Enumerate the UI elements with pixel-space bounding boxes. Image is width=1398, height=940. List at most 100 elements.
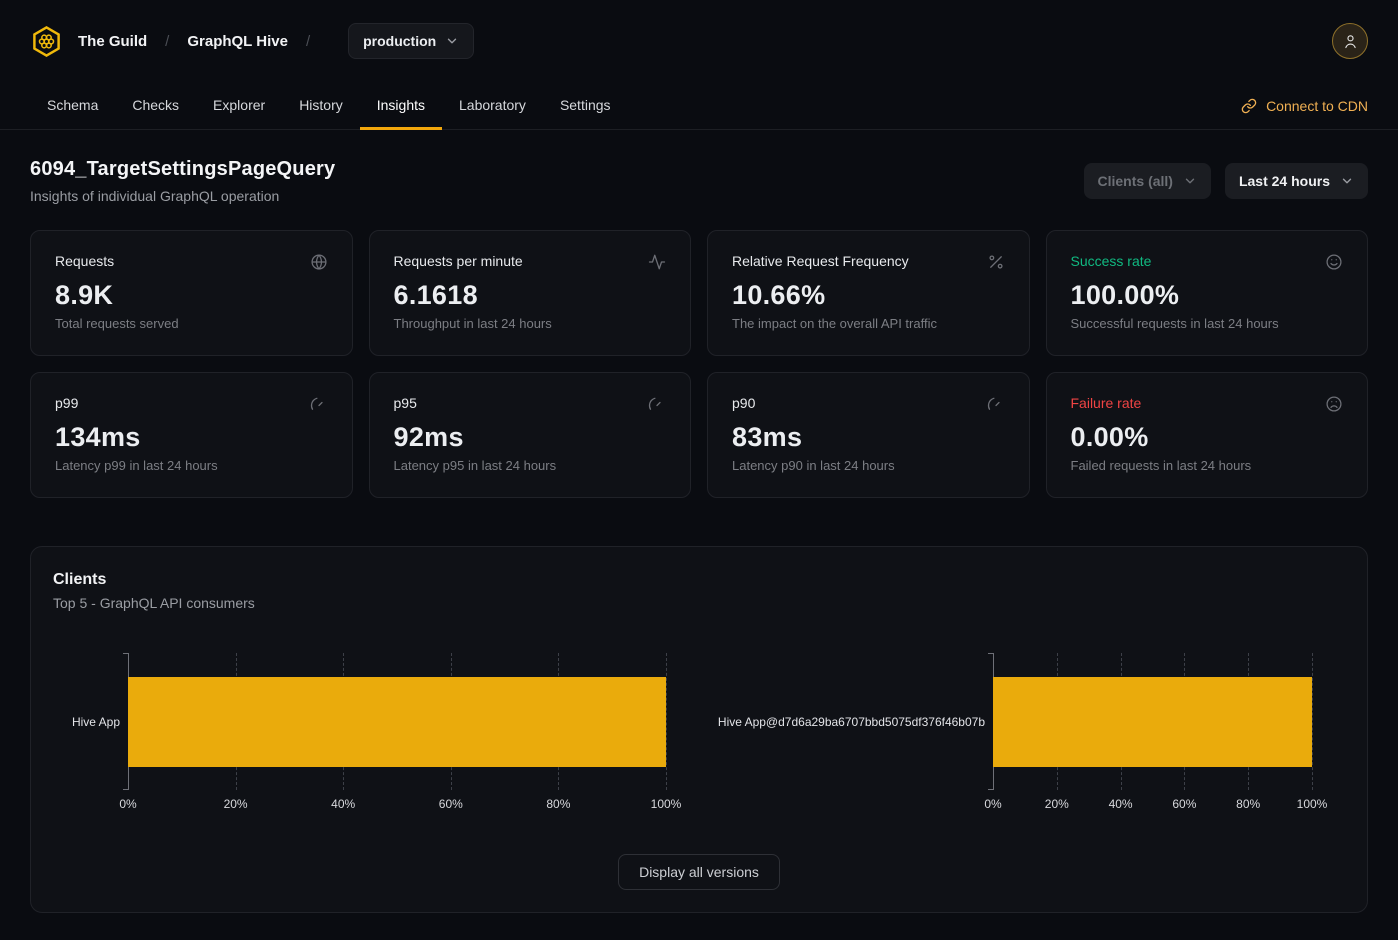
stat-label: Relative Request Frequency	[732, 253, 909, 269]
chevron-down-icon	[1340, 174, 1354, 188]
chart-plot: 0% 20% 40% 60% 80% 100%	[128, 653, 666, 813]
chart-plot-area	[128, 653, 666, 790]
clients-panel-footer: Display all versions	[53, 854, 1345, 890]
x-tick: 20%	[224, 797, 248, 811]
filters: Clients (all) Last 24 hours	[1084, 163, 1369, 199]
chart-plot-area	[993, 653, 1312, 790]
stat-card-requests-per-minute: Requests per minute 6.1618 Throughput in…	[369, 230, 692, 356]
x-tick: 0%	[119, 797, 136, 811]
clients-panel-title: Clients	[53, 571, 1345, 589]
x-tick: 40%	[1109, 797, 1133, 811]
bar-hive-app[interactable]	[128, 677, 666, 767]
x-axis-ticks: 0% 20% 40% 60% 80% 100%	[128, 797, 666, 813]
org-name[interactable]: The Guild	[78, 33, 147, 50]
stat-value: 92ms	[394, 422, 667, 453]
chevron-down-icon	[1183, 174, 1197, 188]
page-subtitle: Insights of individual GraphQL operation	[30, 188, 335, 204]
x-axis-ticks: 0% 20% 40% 60% 80% 100%	[993, 797, 1312, 813]
stat-value: 100.00%	[1071, 280, 1344, 311]
stat-card-success-rate: Success rate 100.00% Successful requests…	[1046, 230, 1369, 356]
stat-description: The impact on the overall API traffic	[732, 316, 1005, 331]
x-tick: 20%	[1045, 797, 1069, 811]
target-selector[interactable]: production	[348, 23, 474, 59]
period-filter-select[interactable]: Last 24 hours	[1225, 163, 1368, 199]
link-icon	[1241, 98, 1257, 114]
chart-category-label: Hive App@d7d6a29ba6707bbd5075df376f46b07…	[699, 653, 993, 813]
x-tick: 80%	[546, 797, 570, 811]
connect-to-cdn-label: Connect to CDN	[1266, 98, 1368, 114]
clients-filter-select[interactable]: Clients (all)	[1084, 163, 1211, 199]
chart-plot: 0% 20% 40% 60% 80% 100%	[993, 653, 1312, 813]
x-tick: 100%	[1297, 797, 1328, 811]
stat-description: Total requests served	[55, 316, 328, 331]
gridline	[1312, 653, 1313, 790]
stat-card-p99: p99 134ms Latency p99 in last 24 hours	[30, 372, 353, 498]
chevron-down-icon	[445, 34, 459, 48]
tab-settings[interactable]: Settings	[543, 82, 628, 130]
page-title-block: 6094_TargetSettingsPageQuery Insights of…	[30, 158, 335, 204]
gridline	[666, 653, 667, 790]
stat-value: 134ms	[55, 422, 328, 453]
insights-page: 6094_TargetSettingsPageQuery Insights of…	[0, 158, 1398, 913]
frown-icon	[1325, 395, 1343, 413]
gauge-icon	[310, 395, 328, 413]
stat-label: Success rate	[1071, 253, 1152, 269]
stat-description: Latency p99 in last 24 hours	[55, 458, 328, 473]
clients-panel: Clients Top 5 - GraphQL API consumers Hi…	[30, 546, 1368, 913]
stat-label: Failure rate	[1071, 395, 1142, 411]
client-versions-bar-chart: Hive App@d7d6a29ba6707bbd5075df376f46b07…	[699, 653, 1345, 813]
page-title: 6094_TargetSettingsPageQuery	[30, 158, 335, 181]
stat-description: Failed requests in last 24 hours	[1071, 458, 1344, 473]
stat-value: 8.9K	[55, 280, 328, 311]
connect-to-cdn-link[interactable]: Connect to CDN	[1241, 82, 1368, 129]
breadcrumb-separator: /	[165, 33, 169, 50]
stat-card-p90: p90 83ms Latency p90 in last 24 hours	[707, 372, 1030, 498]
stat-value: 10.66%	[732, 280, 1005, 311]
nav-spacer	[628, 82, 1242, 129]
x-tick: 0%	[984, 797, 1001, 811]
tab-laboratory[interactable]: Laboratory	[442, 82, 543, 130]
globe-icon	[310, 253, 328, 271]
x-tick: 80%	[1236, 797, 1260, 811]
stat-label: Requests	[55, 253, 114, 269]
user-menu-button[interactable]	[1332, 23, 1368, 59]
tab-history[interactable]: History	[282, 82, 360, 130]
stat-value: 0.00%	[1071, 422, 1344, 453]
target-selector-label: production	[363, 33, 436, 49]
topbar: The Guild / GraphQL Hive / production Sc…	[0, 0, 1398, 130]
period-filter-label: Last 24 hours	[1239, 173, 1330, 189]
stats-grid: Requests 8.9K Total requests served Requ…	[30, 230, 1368, 498]
chart-category-label: Hive App	[53, 653, 128, 813]
stat-label: p95	[394, 395, 417, 411]
gauge-icon	[987, 395, 1005, 413]
smile-icon	[1325, 253, 1343, 271]
main-nav: Schema Checks Explorer History Insights …	[0, 82, 1398, 130]
project-name[interactable]: GraphQL Hive	[187, 33, 288, 50]
stat-description: Successful requests in last 24 hours	[1071, 316, 1344, 331]
page-head: 6094_TargetSettingsPageQuery Insights of…	[30, 158, 1368, 204]
tab-schema[interactable]: Schema	[30, 82, 115, 130]
user-icon	[1342, 33, 1359, 50]
hive-logo-icon	[30, 25, 63, 58]
tab-explorer[interactable]: Explorer	[196, 82, 282, 130]
percent-icon	[987, 253, 1005, 271]
tab-checks[interactable]: Checks	[115, 82, 196, 130]
x-tick: 40%	[331, 797, 355, 811]
clients-filter-label: Clients (all)	[1098, 173, 1173, 189]
bar-hive-app-version[interactable]	[993, 677, 1312, 767]
x-tick: 60%	[1172, 797, 1196, 811]
breadcrumb: The Guild / GraphQL Hive / production	[0, 0, 1398, 82]
stat-label: p90	[732, 395, 755, 411]
stat-card-requests: Requests 8.9K Total requests served	[30, 230, 353, 356]
stat-description: Latency p90 in last 24 hours	[732, 458, 1005, 473]
tab-insights[interactable]: Insights	[360, 82, 442, 130]
activity-icon	[648, 253, 666, 271]
gauge-icon	[648, 395, 666, 413]
display-all-versions-button[interactable]: Display all versions	[618, 854, 780, 890]
stat-value: 6.1618	[394, 280, 667, 311]
x-tick: 100%	[651, 797, 682, 811]
stat-value: 83ms	[732, 422, 1005, 453]
stat-description: Latency p95 in last 24 hours	[394, 458, 667, 473]
stat-card-failure-rate: Failure rate 0.00% Failed requests in la…	[1046, 372, 1369, 498]
stat-label: Requests per minute	[394, 253, 523, 269]
